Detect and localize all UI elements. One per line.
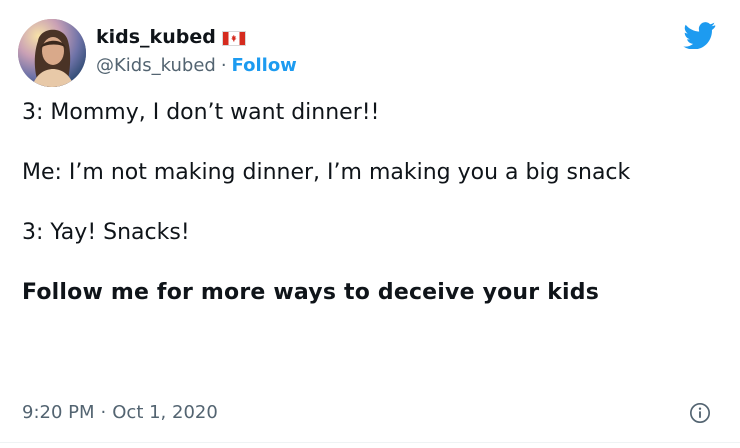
avatar[interactable] <box>18 19 86 87</box>
display-name-row: kids_kubed <box>96 23 246 51</box>
display-name[interactable]: kids_kubed <box>96 26 216 48</box>
tweet-card: kids_kubed @Kids_kubed · Follow 3: Mommy… <box>0 0 740 448</box>
tweet-paragraph: 3: Mommy, I don’t want dinner!! <box>22 100 380 125</box>
tweet-meta: 9:20 PM · Oct 1, 2020 <box>22 398 218 426</box>
tweet-text: 3: Mommy, I don’t want dinner!! Me: I’m … <box>22 98 722 308</box>
tweet-date[interactable]: Oct 1, 2020 <box>112 402 218 423</box>
tweet-bold-paragraph: Follow me for more ways to deceive your … <box>22 280 600 305</box>
handle-row: @Kids_kubed · Follow <box>96 52 297 78</box>
tweet-paragraph: Me: I’m not making dinner, I’m making yo… <box>22 160 631 185</box>
tweet-time[interactable]: 9:20 PM <box>22 402 95 423</box>
divider <box>0 442 740 443</box>
tweet-paragraph: 3: Yay! Snacks! <box>22 220 190 245</box>
twitter-bird-icon[interactable] <box>683 22 716 49</box>
info-icon[interactable] <box>689 402 711 424</box>
avatar-photo <box>18 19 86 87</box>
user-handle[interactable]: @Kids_kubed <box>96 55 216 76</box>
handle-separator: · <box>220 54 227 76</box>
follow-button[interactable]: Follow <box>232 55 297 76</box>
canada-flag-icon <box>221 30 246 46</box>
meta-separator: · <box>100 401 107 423</box>
